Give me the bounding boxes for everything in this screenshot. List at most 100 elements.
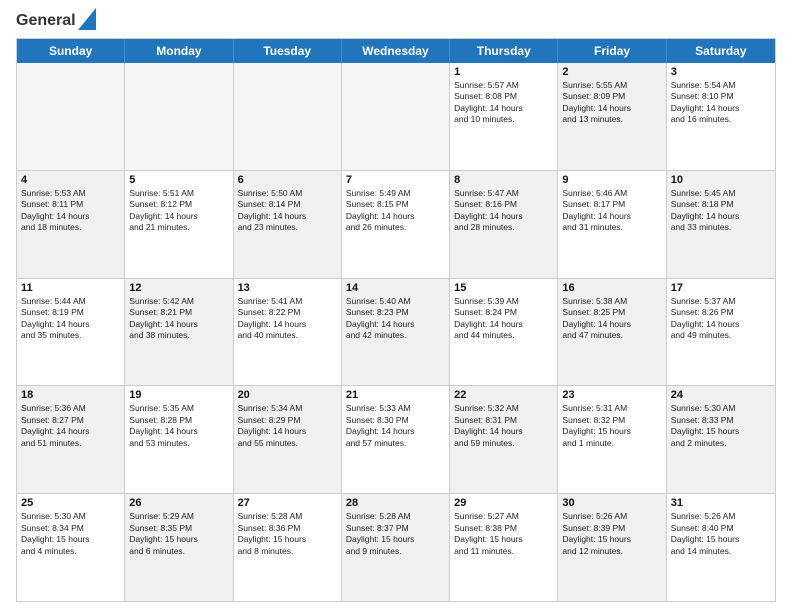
cell-daylight-info: Sunrise: 5:50 AM Sunset: 8:14 PM Dayligh… xyxy=(238,188,337,234)
day-number: 20 xyxy=(238,389,337,401)
cell-daylight-info: Sunrise: 5:37 AM Sunset: 8:26 PM Dayligh… xyxy=(671,296,771,342)
cell-daylight-info: Sunrise: 5:36 AM Sunset: 8:27 PM Dayligh… xyxy=(21,403,120,449)
cell-daylight-info: Sunrise: 5:34 AM Sunset: 8:29 PM Dayligh… xyxy=(238,403,337,449)
logo: General xyxy=(16,12,96,30)
calendar-cell: 5 Sunrise: 5:51 AM Sunset: 8:12 PM Daylig… xyxy=(125,171,233,278)
calendar-cell: 16 Sunrise: 5:38 AM Sunset: 8:25 PM Dayli… xyxy=(558,279,666,386)
day-number: 28 xyxy=(346,497,445,509)
calendar-week-row: 25 Sunrise: 5:30 AM Sunset: 8:34 PM Dayli… xyxy=(17,494,775,601)
day-number: 3 xyxy=(671,66,771,78)
calendar-cell: 7 Sunrise: 5:49 AM Sunset: 8:15 PM Daylig… xyxy=(342,171,450,278)
day-number: 15 xyxy=(454,282,553,294)
day-number: 10 xyxy=(671,174,771,186)
calendar-cell: 20 Sunrise: 5:34 AM Sunset: 8:29 PM Dayli… xyxy=(234,386,342,493)
day-number: 7 xyxy=(346,174,445,186)
cell-daylight-info: Sunrise: 5:40 AM Sunset: 8:23 PM Dayligh… xyxy=(346,296,445,342)
calendar-week-row: 11Sunrise: 5:44 AM Sunset: 8:19 PM Dayli… xyxy=(17,279,775,387)
cell-daylight-info: Sunrise: 5:38 AM Sunset: 8:25 PM Dayligh… xyxy=(562,296,661,342)
calendar-cell: 23 Sunrise: 5:31 AM Sunset: 8:32 PM Dayli… xyxy=(558,386,666,493)
cell-daylight-info: Sunrise: 5:46 AM Sunset: 8:17 PM Dayligh… xyxy=(562,188,661,234)
day-number: 30 xyxy=(562,497,661,509)
calendar-cell: 2 Sunrise: 5:55 AM Sunset: 8:09 PM Daylig… xyxy=(558,63,666,170)
day-number: 4 xyxy=(21,174,120,186)
day-number: 21 xyxy=(346,389,445,401)
cell-daylight-info: Sunrise: 5:28 AM Sunset: 8:36 PM Dayligh… xyxy=(238,511,337,557)
cell-daylight-info: Sunrise: 5:27 AM Sunset: 8:38 PM Dayligh… xyxy=(454,511,553,557)
day-number: 2 xyxy=(562,66,661,78)
calendar-cell: 24 Sunrise: 5:30 AM Sunset: 8:33 PM Dayli… xyxy=(667,386,775,493)
cell-daylight-info: Sunrise: 5:26 AM Sunset: 8:40 PM Dayligh… xyxy=(671,511,771,557)
cell-daylight-info: Sunrise: 5:47 AM Sunset: 8:16 PM Dayligh… xyxy=(454,188,553,234)
calendar-cell: 15 Sunrise: 5:39 AM Sunset: 8:24 PM Dayli… xyxy=(450,279,558,386)
day-number: 17 xyxy=(671,282,771,294)
day-number: 6 xyxy=(238,174,337,186)
day-number: 1 xyxy=(454,66,553,78)
day-number: 23 xyxy=(562,389,661,401)
calendar-cell: 30Sunrise: 5:26 AM Sunset: 8:39 PM Dayli… xyxy=(558,494,666,601)
calendar-cell xyxy=(234,63,342,170)
calendar-cell: 19 Sunrise: 5:35 AM Sunset: 8:28 PM Dayli… xyxy=(125,386,233,493)
cell-daylight-info: Sunrise: 5:54 AM Sunset: 8:10 PM Dayligh… xyxy=(671,80,771,126)
calendar-header-row: SundayMondayTuesdayWednesdayThursdayFrid… xyxy=(17,39,775,63)
cal-header-day: Saturday xyxy=(667,39,775,63)
calendar-cell: 1Sunrise: 5:57 AM Sunset: 8:08 PM Daylig… xyxy=(450,63,558,170)
calendar-cell: 14 Sunrise: 5:40 AM Sunset: 8:23 PM Dayli… xyxy=(342,279,450,386)
calendar-cell: 10 Sunrise: 5:45 AM Sunset: 8:18 PM Dayli… xyxy=(667,171,775,278)
calendar-cell: 3 Sunrise: 5:54 AM Sunset: 8:10 PM Daylig… xyxy=(667,63,775,170)
calendar-cell: 21Sunrise: 5:33 AM Sunset: 8:30 PM Dayli… xyxy=(342,386,450,493)
calendar-week-row: 4 Sunrise: 5:53 AM Sunset: 8:11 PM Daylig… xyxy=(17,171,775,279)
calendar-cell: 26Sunrise: 5:29 AM Sunset: 8:35 PM Dayli… xyxy=(125,494,233,601)
day-number: 24 xyxy=(671,389,771,401)
calendar-cell: 11Sunrise: 5:44 AM Sunset: 8:19 PM Dayli… xyxy=(17,279,125,386)
calendar-cell: 28 Sunrise: 5:28 AM Sunset: 8:37 PM Dayli… xyxy=(342,494,450,601)
calendar-cell: 13 Sunrise: 5:41 AM Sunset: 8:22 PM Dayli… xyxy=(234,279,342,386)
cell-daylight-info: Sunrise: 5:35 AM Sunset: 8:28 PM Dayligh… xyxy=(129,403,228,449)
calendar-cell: 6 Sunrise: 5:50 AM Sunset: 8:14 PM Daylig… xyxy=(234,171,342,278)
logo-name: General xyxy=(16,12,76,30)
cell-daylight-info: Sunrise: 5:45 AM Sunset: 8:18 PM Dayligh… xyxy=(671,188,771,234)
day-number: 13 xyxy=(238,282,337,294)
cell-daylight-info: Sunrise: 5:41 AM Sunset: 8:22 PM Dayligh… xyxy=(238,296,337,342)
cell-daylight-info: Sunrise: 5:51 AM Sunset: 8:12 PM Dayligh… xyxy=(129,188,228,234)
calendar-cell: 12Sunrise: 5:42 AM Sunset: 8:21 PM Dayli… xyxy=(125,279,233,386)
cell-daylight-info: Sunrise: 5:30 AM Sunset: 8:33 PM Dayligh… xyxy=(671,403,771,449)
cal-header-day: Wednesday xyxy=(342,39,450,63)
cell-daylight-info: Sunrise: 5:42 AM Sunset: 8:21 PM Dayligh… xyxy=(129,296,228,342)
day-number: 19 xyxy=(129,389,228,401)
calendar-cell xyxy=(125,63,233,170)
page: General SundayMondayTuesdayWednesdayThur… xyxy=(0,0,792,612)
day-number: 16 xyxy=(562,282,661,294)
cal-header-day: Tuesday xyxy=(234,39,342,63)
cell-daylight-info: Sunrise: 5:39 AM Sunset: 8:24 PM Dayligh… xyxy=(454,296,553,342)
calendar-cell: 31Sunrise: 5:26 AM Sunset: 8:40 PM Dayli… xyxy=(667,494,775,601)
day-number: 9 xyxy=(562,174,661,186)
day-number: 18 xyxy=(21,389,120,401)
cell-daylight-info: Sunrise: 5:31 AM Sunset: 8:32 PM Dayligh… xyxy=(562,403,661,449)
cell-daylight-info: Sunrise: 5:30 AM Sunset: 8:34 PM Dayligh… xyxy=(21,511,120,557)
calendar-cell: 9 Sunrise: 5:46 AM Sunset: 8:17 PM Daylig… xyxy=(558,171,666,278)
day-number: 8 xyxy=(454,174,553,186)
cell-daylight-info: Sunrise: 5:53 AM Sunset: 8:11 PM Dayligh… xyxy=(21,188,120,234)
calendar-cell: 18 Sunrise: 5:36 AM Sunset: 8:27 PM Dayli… xyxy=(17,386,125,493)
cell-daylight-info: Sunrise: 5:55 AM Sunset: 8:09 PM Dayligh… xyxy=(562,80,661,126)
calendar-cell: 17 Sunrise: 5:37 AM Sunset: 8:26 PM Dayli… xyxy=(667,279,775,386)
cell-daylight-info: Sunrise: 5:49 AM Sunset: 8:15 PM Dayligh… xyxy=(346,188,445,234)
calendar-cell: 4 Sunrise: 5:53 AM Sunset: 8:11 PM Daylig… xyxy=(17,171,125,278)
cell-daylight-info: Sunrise: 5:28 AM Sunset: 8:37 PM Dayligh… xyxy=(346,511,445,557)
day-number: 14 xyxy=(346,282,445,294)
calendar-cell xyxy=(17,63,125,170)
calendar-cell: 22 Sunrise: 5:32 AM Sunset: 8:31 PM Dayli… xyxy=(450,386,558,493)
calendar-cell: 25 Sunrise: 5:30 AM Sunset: 8:34 PM Dayli… xyxy=(17,494,125,601)
day-number: 27 xyxy=(238,497,337,509)
calendar-body: 1Sunrise: 5:57 AM Sunset: 8:08 PM Daylig… xyxy=(17,63,775,601)
day-number: 25 xyxy=(21,497,120,509)
day-number: 22 xyxy=(454,389,553,401)
calendar-week-row: 1Sunrise: 5:57 AM Sunset: 8:08 PM Daylig… xyxy=(17,63,775,171)
cell-daylight-info: Sunrise: 5:32 AM Sunset: 8:31 PM Dayligh… xyxy=(454,403,553,449)
cal-header-day: Monday xyxy=(125,39,233,63)
calendar-cell xyxy=(342,63,450,170)
logo-triangle-icon xyxy=(78,8,96,30)
day-number: 5 xyxy=(129,174,228,186)
logo-line1: General xyxy=(16,12,76,30)
header: General xyxy=(16,12,776,30)
